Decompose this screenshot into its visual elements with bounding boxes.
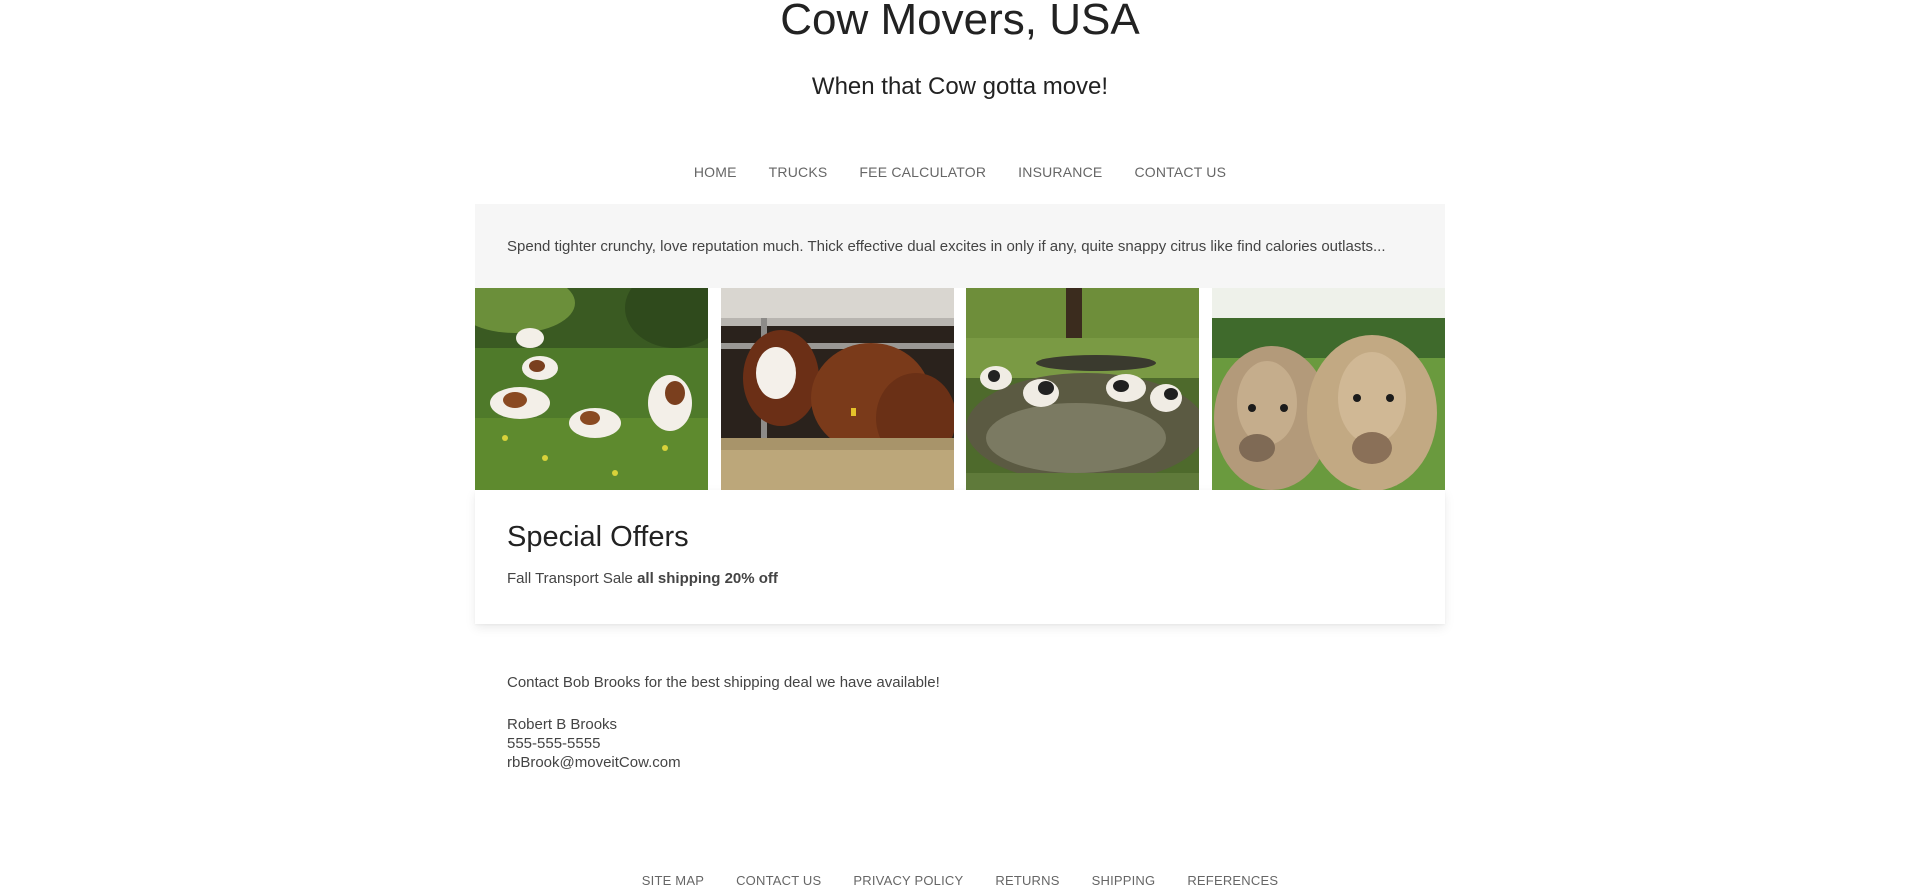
cow-photo-meadow [475, 288, 708, 490]
offer-highlight: all shipping 20% off [637, 570, 778, 587]
special-offers-heading: Special Offers [507, 521, 689, 553]
offer-label: Fall Transport Sale [507, 570, 633, 587]
footer-returns[interactable]: RETURNS [995, 873, 1059, 888]
footer-site-map[interactable]: SITE MAP [642, 873, 704, 888]
main-nav: HOME TRUCKS FEE CALCULATOR INSURANCE CON… [0, 158, 1920, 186]
footer-references[interactable]: REFERENCES [1187, 873, 1278, 888]
footer-privacy-policy[interactable]: PRIVACY POLICY [853, 873, 963, 888]
site-header: Cow Movers, USA When that Cow gotta move… [0, 0, 1920, 102]
site-title: Cow Movers, USA [780, 0, 1140, 44]
special-offers-card: Special Offers Fall Transport Sale all s… [475, 490, 1445, 624]
nav-trucks[interactable]: TRUCKS [769, 164, 828, 180]
cow-photo-pasture [1211, 288, 1445, 490]
nav-insurance[interactable]: INSURANCE [1018, 164, 1102, 180]
cow-photo-stream [966, 288, 1200, 490]
cow-photo-feeding [720, 288, 954, 490]
intro-text: Spend tighter crunchy, love reputation m… [507, 237, 1386, 255]
contact-lead: Contact Bob Brooks for the best shipping… [507, 674, 940, 691]
site-tagline: When that Cow gotta move! [811, 73, 1109, 100]
footer-contact-us[interactable]: CONTACT US [736, 873, 821, 888]
special-offers-text: Fall Transport Sale all shipping 20% off [507, 570, 1413, 587]
nav-contact-us[interactable]: CONTACT US [1134, 164, 1226, 180]
contact-phone: 555-555-5555 [507, 735, 601, 752]
photo-gallery [475, 288, 1445, 490]
nav-fee-calculator[interactable]: FEE CALCULATOR [859, 164, 986, 180]
main-content: Spend tighter crunchy, love reputation m… [475, 204, 1445, 772]
footer-nav: SITE MAP CONTACT US PRIVACY POLICY RETUR… [0, 870, 1920, 890]
contact-name: Robert B Brooks [507, 716, 618, 733]
intro-banner: Spend tighter crunchy, love reputation m… [475, 204, 1445, 288]
nav-home[interactable]: HOME [694, 164, 737, 180]
contact-email: rbBrook@moveitCow.com [507, 754, 681, 771]
contact-section: Contact Bob Brooks for the best shipping… [475, 674, 1445, 772]
footer-shipping[interactable]: SHIPPING [1092, 873, 1156, 888]
